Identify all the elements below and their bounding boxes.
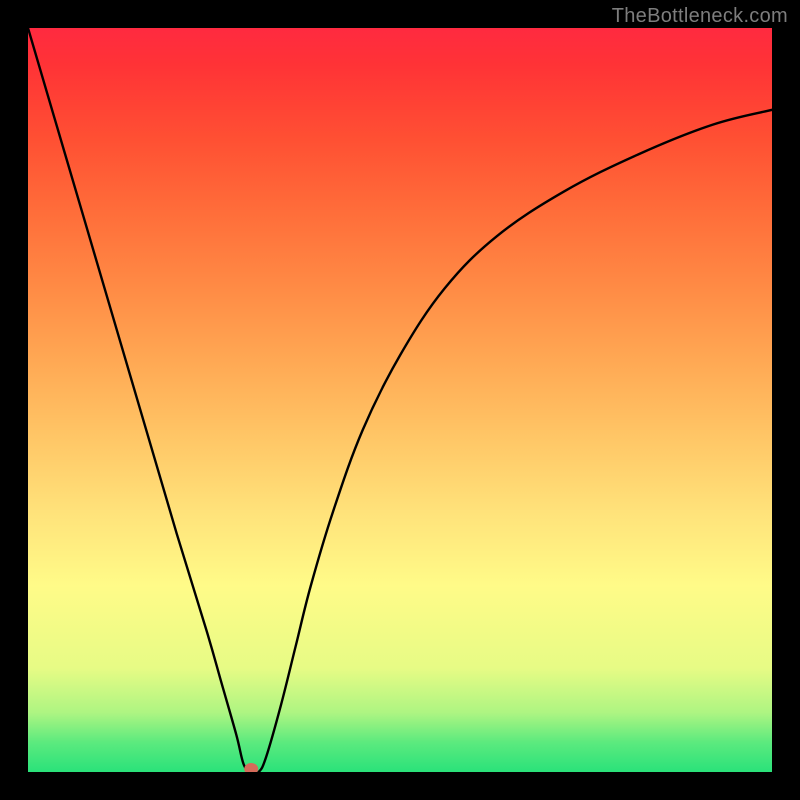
chart-frame: TheBottleneck.com — [0, 0, 800, 800]
sweet-spot-marker — [244, 763, 258, 772]
curve-layer — [28, 28, 772, 772]
bottleneck-curve — [28, 28, 772, 772]
watermark-text: TheBottleneck.com — [612, 5, 788, 28]
plot-area — [28, 28, 772, 772]
